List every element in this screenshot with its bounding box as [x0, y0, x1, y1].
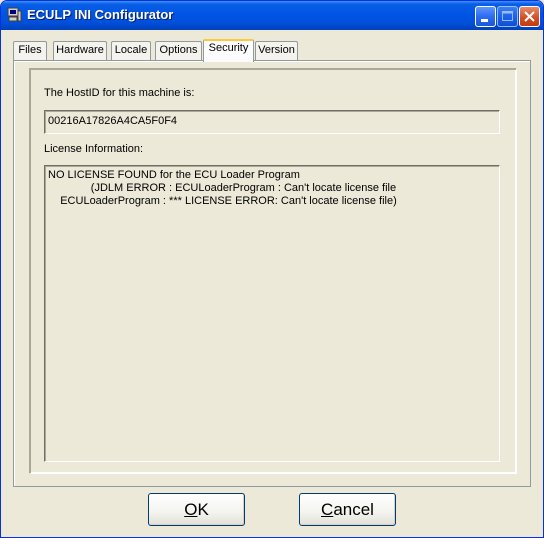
cancel-button[interactable]: Cancel	[299, 493, 396, 526]
license-info-label: License Information:	[44, 143, 144, 155]
hostid-field[interactable]: 00216A17826A4CA5F0F4	[44, 110, 500, 134]
title-bar[interactable]: ECULP INI Configurator	[1, 1, 543, 30]
minimize-button[interactable]	[475, 6, 496, 27]
close-icon	[524, 11, 535, 22]
tab-options[interactable]: Options	[155, 41, 202, 60]
ok-button[interactable]: OK	[148, 493, 245, 526]
tab-security[interactable]: Security	[203, 39, 254, 62]
license-line: ECULoaderProgram : *** LICENSE ERROR: Ca…	[48, 195, 397, 207]
tab-version[interactable]: Version	[255, 41, 298, 60]
license-info-textbox[interactable]: NO LICENSE FOUND for the ECU Loader Prog…	[44, 165, 500, 462]
minimize-icon	[481, 19, 488, 22]
maximize-icon	[502, 11, 513, 21]
ok-mnemonic: O	[184, 500, 198, 519]
maximize-button[interactable]	[497, 6, 518, 27]
tab-hardware[interactable]: Hardware	[53, 41, 107, 60]
tab-files[interactable]: Files	[13, 41, 47, 60]
cancel-label-rest: ancel	[333, 500, 374, 519]
hostid-label: The HostID for this machine is:	[44, 87, 195, 99]
close-button[interactable]	[519, 6, 540, 27]
license-line: (JDLM ERROR : ECULoaderProgram : Can't l…	[48, 182, 397, 194]
computer-icon[interactable]	[6, 7, 22, 23]
cancel-mnemonic: C	[321, 500, 334, 519]
tab-locale[interactable]: Locale	[111, 41, 151, 60]
license-line: NO LICENSE FOUND for the ECU Loader Prog…	[48, 169, 300, 181]
ok-label-rest: K	[197, 500, 209, 519]
app-window: ECULP INI Configurator Files Hardware Lo…	[0, 0, 544, 538]
window-title: ECULP INI Configurator	[27, 7, 174, 22]
